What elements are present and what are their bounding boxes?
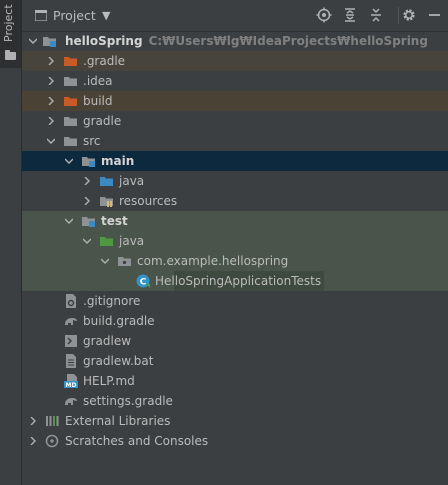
left-tool-strip: Project — [0, 0, 22, 485]
tree-node-label: build.gradle — [83, 314, 155, 328]
tree-node-idea[interactable]: .idea — [22, 71, 448, 91]
tree-node-label: HELP.md — [83, 374, 135, 388]
module-folder-icon — [43, 37, 56, 47]
chevron-right-icon[interactable] — [27, 431, 39, 451]
tree-node-gradle[interactable]: gradle — [22, 111, 448, 131]
tree-node-external-libraries[interactable]: External Libraries — [22, 411, 448, 431]
tree-node-help-md[interactable]: MD HELP.md — [22, 371, 448, 391]
tree-node-root[interactable]: helloSpring C:₩Users₩lg₩IdeaProjects₩hell… — [22, 31, 448, 51]
gear-icon[interactable] — [401, 7, 417, 23]
view-selector-label[interactable]: Project — [53, 8, 96, 23]
project-tool-tab-label: Project — [2, 4, 15, 42]
library-icon — [46, 416, 59, 426]
tree-node-label: main — [101, 154, 135, 168]
tree-node-label: gradlew — [83, 334, 132, 348]
tree-node-main[interactable]: main — [22, 151, 448, 171]
folder-icon — [64, 117, 77, 126]
chevron-right-icon[interactable] — [45, 91, 57, 111]
tree-node-resources[interactable]: resources — [22, 191, 448, 211]
tree-node-label: java — [119, 174, 145, 188]
tree-node-label: HelloSpringApplicationTests — [155, 274, 322, 288]
gitignore-file-icon — [66, 294, 76, 308]
gradle-elephant-icon — [65, 398, 77, 405]
resources-folder-icon — [100, 197, 113, 207]
chevron-down-icon[interactable] — [99, 251, 111, 271]
tree-node-label: gradlew.bat — [83, 354, 154, 368]
tree-node-label: com.example.hellospring — [137, 254, 289, 268]
project-tool-tab[interactable]: Project — [0, 0, 21, 68]
tree-node-gradlew[interactable]: gradlew — [22, 331, 448, 351]
java-class-icon: C — [136, 274, 150, 288]
folder-icon — [64, 77, 77, 86]
tree-node-label: External Libraries — [65, 414, 171, 428]
markdown-file-icon: MD — [64, 374, 78, 388]
module-folder-icon — [82, 217, 95, 227]
tree-node-test-class[interactable]: C HelloSpringApplicationTests — [22, 271, 448, 291]
tree-node-label: java — [119, 234, 145, 248]
tree-node-main-java[interactable]: java — [22, 171, 448, 191]
tree-node-test[interactable]: test — [22, 211, 448, 231]
project-icon — [35, 10, 47, 21]
collapse-all-icon[interactable] — [368, 7, 384, 23]
chevron-right-icon[interactable] — [45, 71, 57, 91]
chevron-right-icon[interactable] — [45, 111, 57, 131]
chevron-down-icon[interactable] — [63, 151, 75, 171]
expand-all-icon[interactable] — [342, 7, 358, 23]
chevron-down-icon[interactable] — [45, 131, 57, 151]
scratches-icon — [45, 434, 59, 448]
tree-node-scratches[interactable]: Scratches and Consoles — [22, 431, 448, 451]
module-folder-icon — [82, 157, 95, 167]
tree-node-build-gradle[interactable]: build.gradle — [22, 311, 448, 331]
folder-icon — [5, 50, 16, 60]
tree-node-gradlew-bat[interactable]: gradlew.bat — [22, 351, 448, 371]
tree-node-test-java[interactable]: java — [22, 231, 448, 251]
tree-node-label: settings.gradle — [83, 394, 173, 408]
tree-node-label: .gradle — [83, 54, 126, 68]
tree-node-label: test — [101, 214, 128, 228]
tree-node-label: Scratches and Consoles — [65, 434, 209, 448]
tree-node-gitignore[interactable]: .gitignore — [22, 291, 448, 311]
test-folder-icon — [100, 237, 113, 246]
source-folder-icon — [100, 177, 113, 186]
tree-node-label: build — [83, 94, 113, 108]
excluded-folder-icon — [64, 97, 77, 106]
tree-node-label: src — [83, 134, 101, 148]
chevron-right-icon[interactable] — [81, 191, 93, 211]
chevron-right-icon[interactable] — [27, 411, 39, 431]
tree-node-label: .idea — [83, 74, 113, 88]
chevron-right-icon[interactable] — [81, 171, 93, 191]
tree-node-settings-gradle[interactable]: settings.gradle — [22, 391, 448, 411]
hide-icon[interactable] — [427, 7, 443, 23]
tree-node-gradle-cache[interactable]: .gradle — [22, 51, 448, 71]
text-file-icon — [66, 354, 76, 368]
gradle-elephant-icon — [65, 318, 77, 325]
tree-node-src[interactable]: src — [22, 131, 448, 151]
project-toolwindow-header: Project ▼ — [22, 0, 448, 32]
tree-node-label: gradle — [83, 114, 122, 128]
shell-script-icon — [65, 335, 77, 347]
tree-node-package[interactable]: com.example.hellospring — [22, 251, 448, 271]
project-tree: helloSpring C:₩Users₩lg₩IdeaProjects₩hell… — [22, 31, 448, 451]
tree-node-label: .gitignore — [83, 294, 141, 308]
locate-icon[interactable] — [316, 7, 332, 23]
tree-node-build[interactable]: build — [22, 91, 448, 111]
chevron-down-icon[interactable] — [81, 231, 93, 251]
chevron-down-icon[interactable] — [63, 211, 75, 231]
chevron-right-icon[interactable] — [45, 51, 57, 71]
tree-node-label: resources — [119, 194, 178, 208]
excluded-folder-icon — [64, 57, 77, 66]
tree-node-label: helloSpring C:₩Users₩lg₩IdeaProjects₩hell… — [65, 34, 428, 48]
package-icon — [118, 257, 131, 266]
chevron-down-icon[interactable]: ▼ — [102, 9, 110, 22]
chevron-down-icon[interactable] — [27, 31, 39, 51]
folder-icon — [64, 137, 77, 146]
svg-text:C: C — [140, 278, 147, 288]
toolbar-separator — [398, 7, 399, 24]
svg-text:MD: MD — [66, 382, 77, 388]
